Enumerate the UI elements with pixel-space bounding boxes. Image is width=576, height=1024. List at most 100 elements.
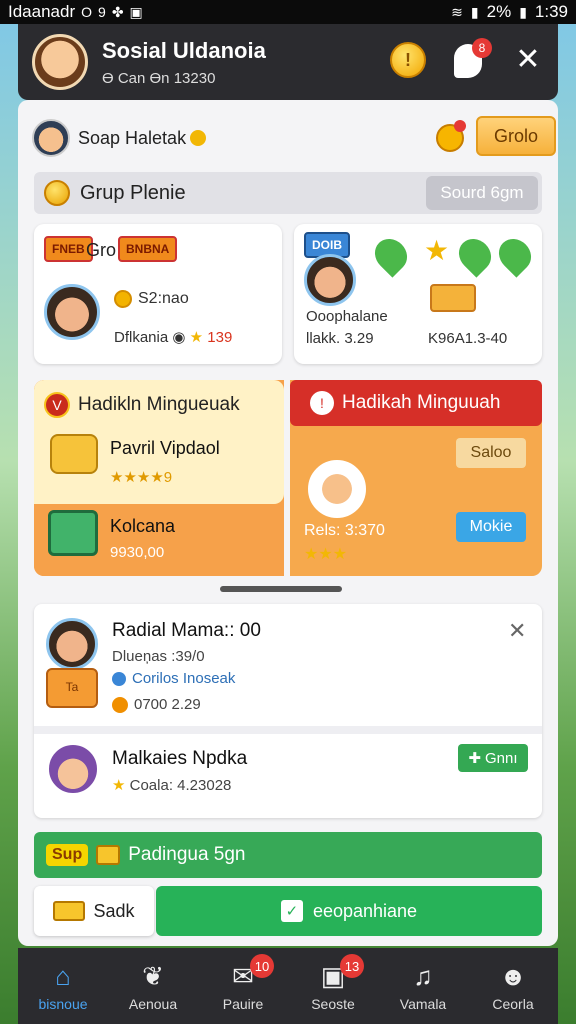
- nav-inbox[interactable]: ▣ 13 Seoste: [288, 948, 378, 1024]
- promo-price: Rels: 3:370: [304, 522, 385, 539]
- grolo-button[interactable]: Grolo: [476, 116, 556, 156]
- promo-left-title: V Hadikln Mingueuak: [44, 392, 240, 418]
- promo-right[interactable]: ! Hadikah Minguuah Saloo Rels: 3:370 ★★★…: [290, 380, 542, 576]
- coin-icon: [44, 180, 70, 206]
- close-icon[interactable]: ✕: [508, 618, 526, 644]
- nav-messages[interactable]: ✉ 10 Pauire: [198, 948, 288, 1024]
- signal-icon: ▮: [470, 3, 479, 20]
- clover-icon: ✤: [111, 3, 124, 20]
- coin-icon: [190, 130, 207, 146]
- home-icon: ⌂: [55, 960, 71, 991]
- promo-item-title: Pavril Vipdaol: [110, 438, 220, 458]
- list-item-sub: Dlueņas :39/0: [112, 648, 205, 665]
- group-card-right[interactable]: DOIB ★ Ooophalane llakk. 3.29 K96A1.3-40: [294, 224, 542, 364]
- nav-music[interactable]: ♫ Vamala: [378, 948, 468, 1024]
- coin-icon[interactable]: !: [390, 42, 426, 78]
- mascot-avatar: [308, 460, 366, 518]
- globe-icon: [112, 672, 126, 687]
- divider: [34, 726, 542, 734]
- promo-right-header: ! Hadikah Minguuah: [290, 380, 542, 426]
- group-card-left[interactable]: FNEB Gro BNBNA S2:nao Dflkania ◉ ★ 139: [34, 224, 282, 364]
- status-bar: Idaanadr O 9 ✤ ▣ ≋ ▮ 2% ▮ 1:39: [0, 0, 576, 24]
- star-icon: ★: [424, 235, 450, 266]
- member-avatar[interactable]: [304, 254, 356, 306]
- gnn-button[interactable]: ✚ Gnnı: [458, 744, 528, 772]
- nav-badge: 13: [340, 954, 364, 978]
- star-icon: ★: [189, 329, 204, 346]
- page-subtitle: Ɵ Can Ɵn 13230: [102, 69, 216, 87]
- card-line2: llakk. 3.29: [306, 330, 374, 347]
- gear-icon: ◉: [172, 329, 190, 346]
- bottom-nav: ⌂ bisnoue ❦ Aenoua ✉ 10 Pauire ▣ 13 Seos…: [18, 948, 558, 1024]
- list-item-sub: ★ Coala: 4.23028: [112, 777, 232, 794]
- top-header: Sosial Uldanoia Ɵ Can Ɵn 13230 ! 8 ✕: [18, 24, 558, 100]
- group-label: Gro: [86, 240, 117, 260]
- battery-percent: 2%: [486, 2, 512, 21]
- promo-item-rating: ★★★★9: [110, 469, 173, 486]
- nav-badge: 10: [250, 954, 274, 978]
- nav-profile[interactable]: ☻ Ceorla: [468, 948, 558, 1024]
- phone-icon: [50, 434, 98, 474]
- list-card: Ta Radial Mama:: 00 Dlueņas :39/0 Corilo…: [34, 604, 542, 818]
- gold-bar-icon: [53, 901, 86, 921]
- card-line1: Ooophalane: [306, 308, 388, 325]
- close-icon[interactable]: ✕: [514, 45, 542, 75]
- info-icon: !: [310, 391, 334, 415]
- gem-icon: [368, 232, 414, 278]
- notification-badge: 8: [472, 38, 492, 58]
- avatar[interactable]: [32, 34, 88, 90]
- page-title: Sosial Uldanoia: [102, 37, 266, 63]
- clock: 1:39: [534, 2, 568, 21]
- sadk-button[interactable]: Sadk: [34, 886, 154, 936]
- leaf-icon: ❦: [142, 960, 164, 991]
- chest-icon: [430, 284, 476, 312]
- banner-tag: Sup: [46, 844, 89, 866]
- list-avatar[interactable]: [46, 742, 100, 796]
- list-item-title: Malkaies Npdka: [112, 748, 248, 769]
- nav-home[interactable]: ⌂ bisnoue: [18, 948, 108, 1024]
- main-action-button[interactable]: ✓ eeopanhiane: [156, 886, 542, 936]
- coin-icon: [112, 697, 128, 714]
- battery-icon: ▮: [519, 3, 527, 20]
- list-item-title: Radial Mama:: 00: [112, 620, 261, 641]
- key-icon[interactable]: [436, 120, 466, 152]
- main-panel: Soap Haletak Grolo Grup Plenie Sourd 6gm…: [18, 100, 558, 946]
- promo-left[interactable]: V Hadikln Mingueuak Pavril Vipdaol ★★★★9…: [34, 380, 284, 576]
- image-icon: ▣: [129, 3, 143, 20]
- carrier-label: Idaanadr: [8, 2, 76, 21]
- nav-leaf[interactable]: ❦ Aenoua: [108, 948, 198, 1024]
- check-icon: ✓: [280, 900, 303, 922]
- member-avatar[interactable]: [44, 284, 100, 340]
- star-icon: ★: [112, 777, 130, 794]
- list-item-value: 0700 2.29: [112, 696, 201, 714]
- coin-icon: [114, 290, 132, 308]
- badge-icon: V: [44, 392, 70, 418]
- mokie-button[interactable]: Mokie: [456, 512, 526, 542]
- list-item-link[interactable]: Corilos Inoseak: [112, 670, 235, 687]
- bottom-actions: Sadk ✓ eeopanhiane: [34, 886, 542, 936]
- list-avatar[interactable]: [46, 618, 98, 670]
- box-icon: Ta: [46, 668, 98, 708]
- card-line3: K96A1.3-40: [428, 330, 508, 347]
- user-avatar[interactable]: [32, 119, 70, 157]
- promo-banner[interactable]: Sup Padingua 5gn: [34, 832, 542, 878]
- promo-rating: ★★★: [304, 546, 348, 563]
- section-bar: Grup Plenie Sourd 6gm: [34, 172, 542, 214]
- section-button[interactable]: Sourd 6gm: [426, 176, 538, 210]
- user-name: Soap Haletak: [78, 127, 187, 148]
- saloo-button[interactable]: Saloo: [456, 438, 526, 468]
- app-icon: O: [81, 4, 93, 20]
- coin-stat: S2:nao: [114, 290, 189, 308]
- person-icon: ☻: [499, 960, 527, 991]
- gold-icon: [96, 845, 121, 865]
- drag-handle[interactable]: [220, 586, 342, 592]
- badge-right: BNBNA: [118, 236, 178, 262]
- section-title: Grup Plenie: [80, 181, 186, 204]
- meta-stat: Dflkania ◉ ★ 139: [114, 329, 233, 346]
- promo-item2-title: Kolcana: [110, 516, 176, 536]
- music-icon: ♫: [413, 960, 433, 991]
- box-label: Ta: [65, 680, 79, 694]
- gem-icon: [492, 232, 538, 278]
- promo-item2-value: 9930,00: [110, 544, 165, 561]
- plus-icon: ✚: [468, 750, 482, 767]
